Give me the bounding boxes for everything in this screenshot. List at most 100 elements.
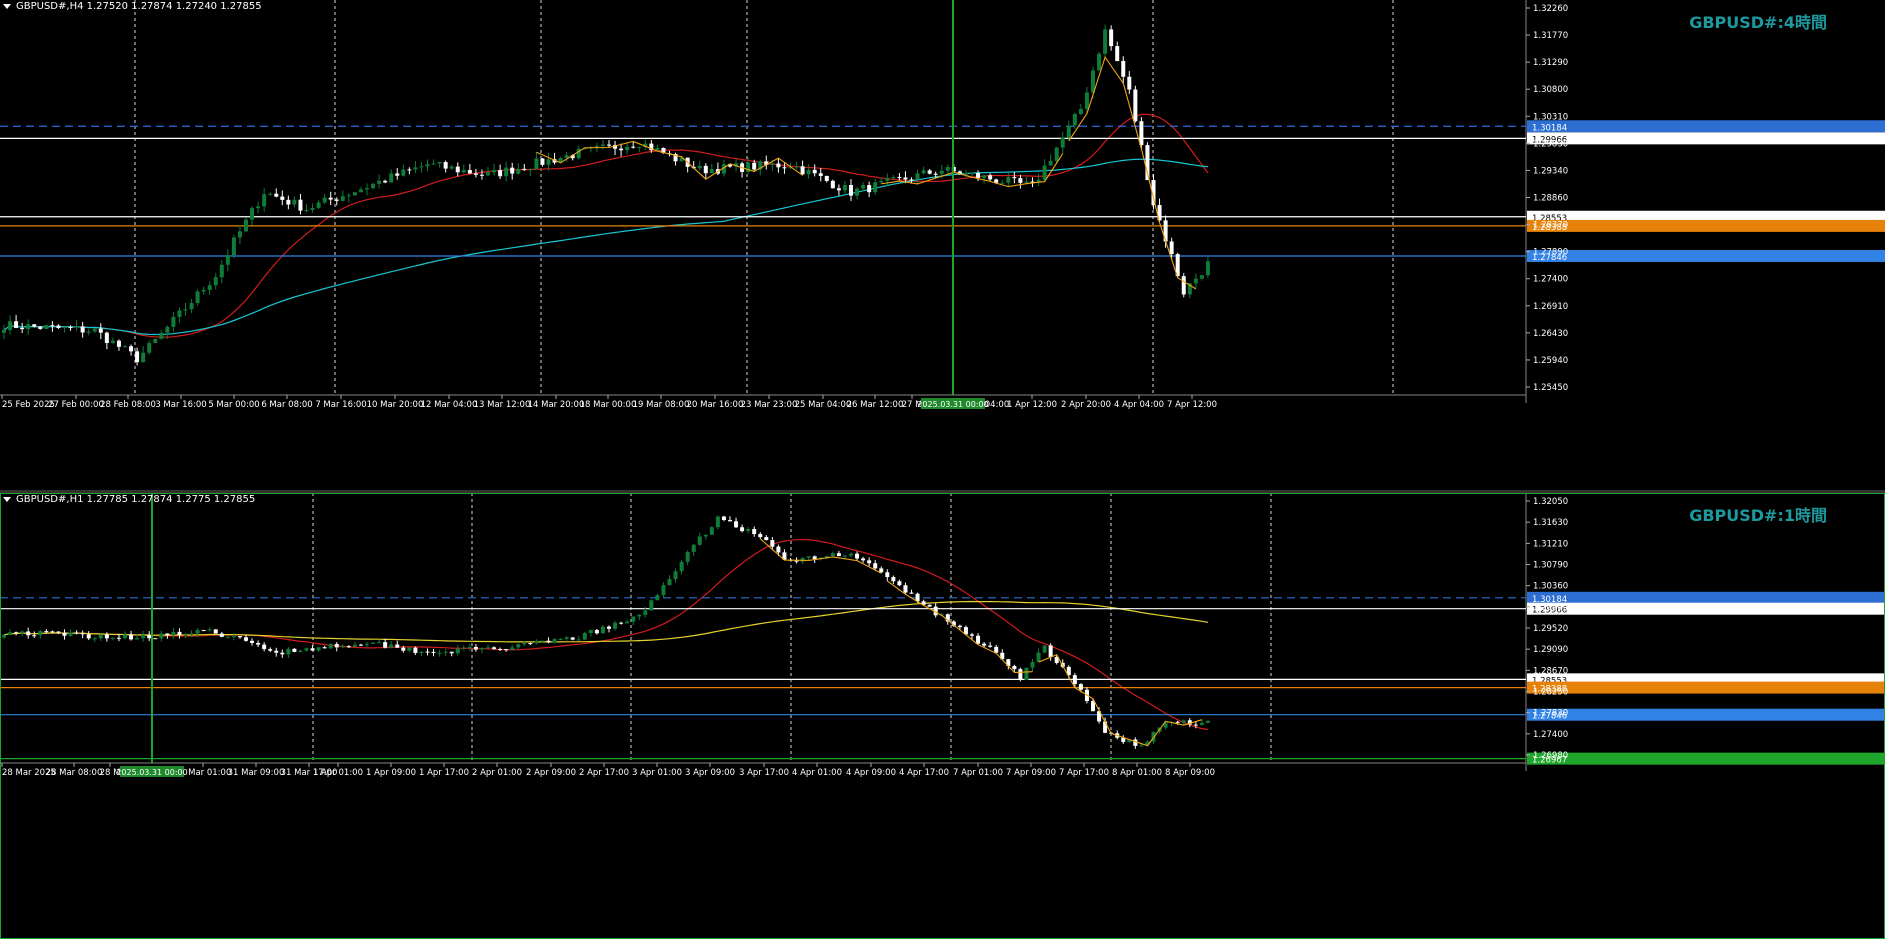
candle-body	[219, 633, 224, 637]
candle-body	[159, 633, 164, 639]
candle-body	[1066, 125, 1071, 138]
candle-body	[915, 173, 920, 180]
candle-body	[56, 325, 61, 328]
candle-body	[721, 516, 726, 520]
candle-body	[377, 180, 382, 184]
time-axis-label: 28 Feb 08:00	[100, 400, 156, 410]
time-axis-label: 7 Apr 09:00	[1006, 768, 1056, 778]
candle-body	[171, 631, 176, 636]
price-axis-label: 1.29830	[1533, 139, 1568, 149]
candle-body	[286, 199, 291, 205]
candle-body	[1181, 720, 1186, 723]
candle-body	[498, 170, 503, 177]
candle-body	[1018, 178, 1023, 183]
candle-body	[1169, 241, 1174, 255]
candle-body	[637, 614, 642, 617]
candle-body	[467, 170, 472, 174]
candle-body	[1181, 276, 1186, 295]
h1-chart-canvas[interactable]: 1.301841.299661.285531.283881.278461.269…	[0, 493, 1885, 939]
time-axis-label: 19 Mar 08:00	[633, 400, 690, 410]
candle-body	[824, 175, 829, 181]
candle-body	[183, 309, 188, 311]
candle-body	[473, 646, 478, 650]
candle-body	[764, 537, 769, 541]
candle-body	[770, 540, 775, 547]
collapse-triangle-icon[interactable]	[3, 3, 11, 9]
candle-body	[1024, 181, 1029, 183]
candle-body	[177, 310, 182, 317]
time-axis-label: 28 Mar 08:00	[46, 768, 103, 778]
candle-body	[758, 534, 763, 538]
candle-body	[80, 326, 85, 333]
price-axis-label: 1.28250	[1533, 688, 1568, 698]
candle-body	[492, 170, 497, 173]
h4-chart-panel[interactable]: 1.30184 1.29966 1.28553 1.28388 1.27846 1.322…	[0, 0, 1885, 490]
time-axis-label: 4 Apr 09:00	[846, 768, 896, 778]
candle-body	[637, 146, 642, 148]
candle-body	[110, 637, 115, 639]
time-axis-label: 10 Mar 20:00	[367, 400, 424, 410]
time-axis-label: 04:00	[985, 400, 1010, 410]
candle-body	[92, 638, 97, 640]
candle-body	[183, 634, 188, 636]
price-axis-label: 1.31210	[1533, 539, 1568, 549]
time-axis-label: 7 Mar 16:00	[315, 400, 366, 410]
candle-body	[1030, 662, 1035, 668]
candle-body	[189, 303, 194, 310]
candle-body	[927, 170, 932, 174]
time-axis-label: 23 Mar 23:00	[741, 400, 798, 410]
cursor-time-text: 2025.03.31 00:00	[116, 768, 187, 777]
candle-body	[879, 180, 884, 183]
candle-body	[304, 648, 309, 651]
candle-body	[649, 600, 654, 611]
candle-body	[897, 581, 902, 586]
candle-body	[516, 644, 521, 648]
candle-body	[141, 352, 146, 363]
candle-body	[268, 649, 273, 651]
candle-body	[123, 634, 127, 639]
candle-body	[855, 553, 860, 559]
candle-body	[1000, 182, 1005, 184]
candle-body	[849, 553, 853, 556]
candle-body	[346, 646, 351, 648]
candle-body	[1078, 684, 1083, 690]
candle-body	[957, 625, 962, 628]
candle-body	[1199, 722, 1204, 725]
price-axis-label: 1.31630	[1533, 518, 1568, 528]
candle-body	[389, 173, 394, 183]
candle-body	[32, 635, 37, 637]
candle-body	[806, 556, 811, 558]
candle-body	[945, 167, 950, 171]
candle-body	[558, 638, 563, 640]
h4-chart-canvas[interactable]: 1.301841.299661.285531.283881.278461.322…	[0, 0, 1885, 490]
time-axis-label: 1 Apr 12:00	[1007, 400, 1057, 410]
candle-body	[1012, 666, 1017, 670]
candle-body	[56, 631, 61, 633]
candle-body	[286, 648, 291, 655]
candle-body	[219, 264, 224, 278]
candle-body	[697, 536, 702, 545]
candle-body	[800, 166, 805, 175]
candle-body	[1036, 652, 1041, 663]
h1-chart-panel[interactable]: 1.30184 1.29966 1.28553 1.28388 1.27846 1.269…	[0, 493, 1885, 939]
candle-body	[334, 644, 339, 648]
candle-body	[1199, 275, 1204, 279]
candle-body	[50, 631, 55, 633]
candle-body	[461, 170, 466, 173]
candle-body	[740, 527, 745, 532]
candle-body	[419, 651, 424, 653]
candle-body	[371, 183, 376, 189]
candle-body	[830, 180, 835, 189]
candle-body	[237, 636, 242, 638]
candle-body	[171, 316, 176, 327]
candle-body	[86, 331, 91, 333]
candle-body	[244, 637, 248, 641]
price-axis-label: 1.29090	[1533, 645, 1568, 655]
candle-body	[1103, 721, 1108, 733]
level-price-tag	[1527, 602, 1885, 615]
candle-body	[607, 626, 611, 629]
candle-body	[1205, 261, 1210, 276]
collapse-triangle-icon[interactable]	[3, 496, 11, 502]
price-axis-label: 1.28860	[1533, 194, 1568, 204]
candle-body	[504, 649, 509, 651]
